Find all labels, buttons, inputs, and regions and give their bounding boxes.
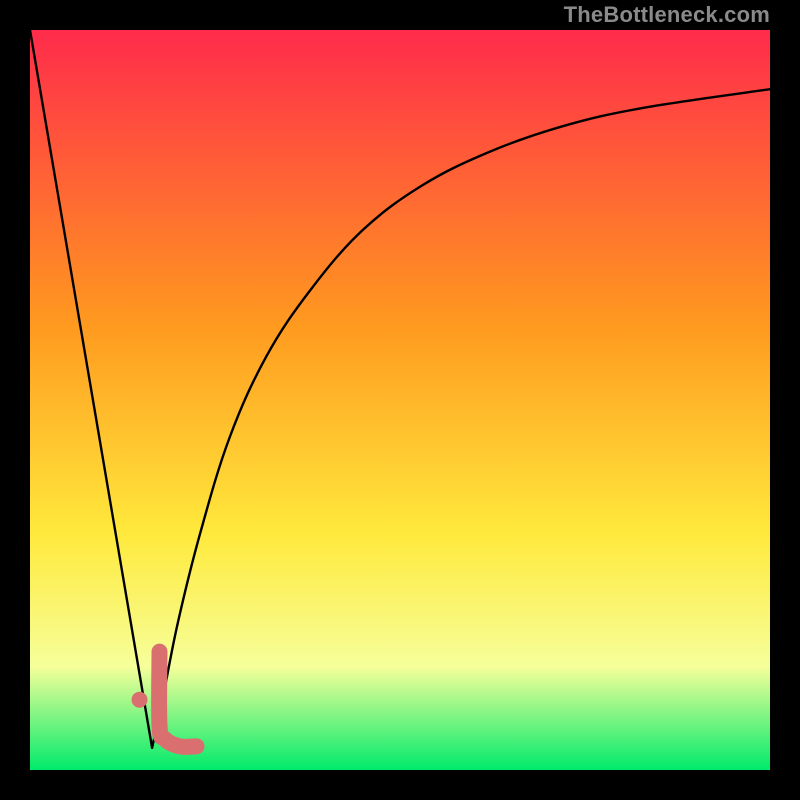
watermark-text: TheBottleneck.com: [564, 2, 770, 28]
plot-area: [30, 30, 770, 770]
chart-svg: [30, 30, 770, 770]
chart-frame: TheBottleneck.com: [0, 0, 800, 800]
highlight-j-dot: [132, 692, 148, 708]
gradient-bg: [30, 30, 770, 770]
